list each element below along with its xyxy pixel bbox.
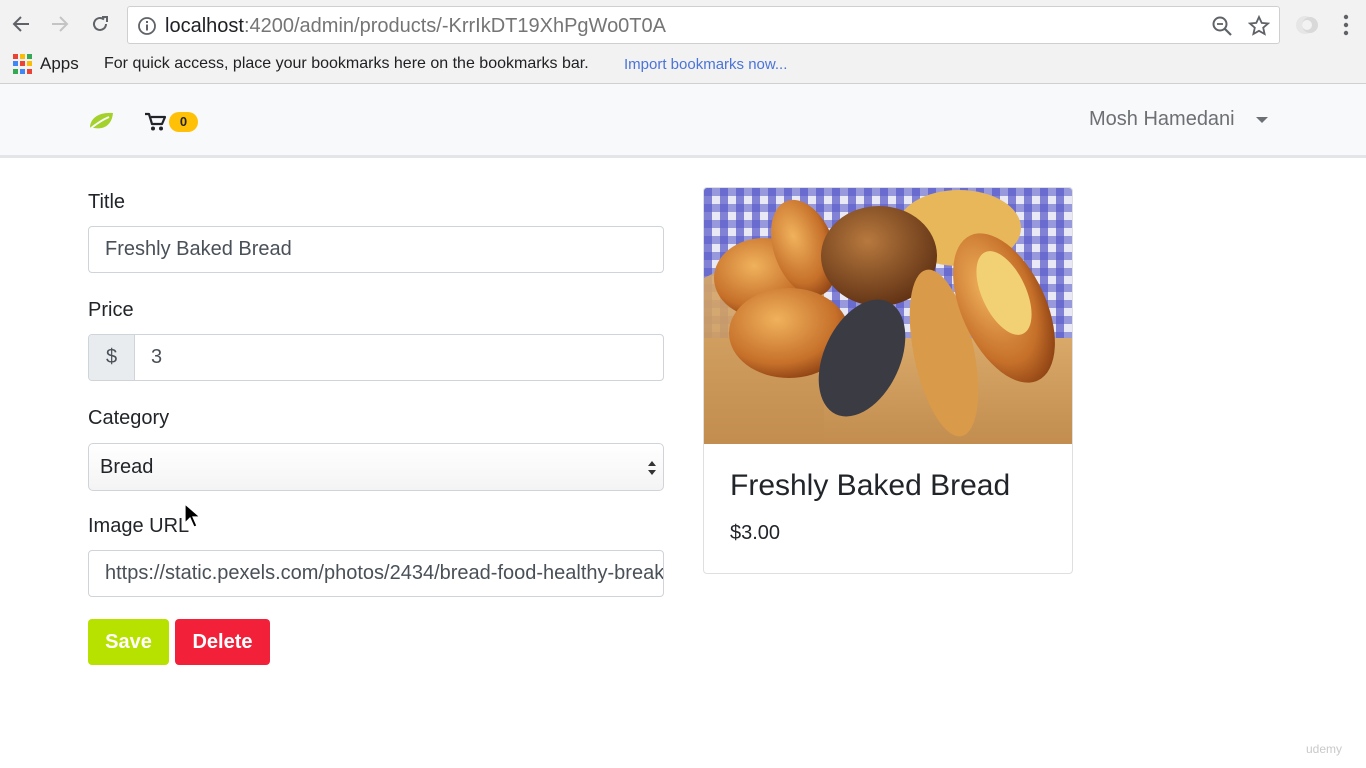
product-image <box>704 188 1072 444</box>
cart-count-badge: 0 <box>169 112 198 132</box>
price-input-group: $ 3 <box>88 334 664 381</box>
reload-icon <box>93 16 108 31</box>
browser-toolbar: localhost:4200/admin/products/-KrrIkDT19… <box>0 0 1366 50</box>
arrow-right-icon <box>52 16 69 32</box>
preview-title: Freshly Baked Bread <box>730 469 1011 502</box>
select-arrows-icon <box>648 461 656 475</box>
save-button[interactable]: Save <box>88 619 169 665</box>
category-select[interactable]: Bread <box>88 443 664 491</box>
category-selected-value: Bread <box>100 456 154 478</box>
category-label: Category <box>88 407 170 429</box>
url-host: localhost <box>165 15 244 37</box>
price-input[interactable]: 3 <box>135 335 663 380</box>
preview-price: $3.00 <box>730 522 781 544</box>
image-url-label: Image URL <box>88 515 190 537</box>
back-button[interactable] <box>8 11 34 37</box>
extension-icon[interactable] <box>1294 13 1320 37</box>
address-bar[interactable]: localhost:4200/admin/products/-KrrIkDT19… <box>127 6 1280 44</box>
price-label: Price <box>88 299 134 321</box>
more-menu-icon[interactable] <box>1336 13 1356 37</box>
image-url-input[interactable]: https://static.pexels.com/photos/2434/br… <box>88 550 664 597</box>
zoom-icon[interactable] <box>1211 15 1233 37</box>
bookmarks-hint: For quick access, place your bookmarks h… <box>104 55 589 72</box>
apps-link[interactable]: Apps <box>40 54 79 74</box>
cart-icon[interactable] <box>144 112 166 132</box>
forward-button[interactable] <box>47 11 73 37</box>
title-input[interactable]: Freshly Baked Bread <box>88 226 664 273</box>
reload-button[interactable] <box>87 11 113 37</box>
title-label: Title <box>88 191 126 213</box>
app-navbar: 0 Mosh Hamedani <box>0 84 1366 158</box>
arrow-left-icon <box>12 16 29 32</box>
caret-down-icon[interactable] <box>1256 117 1268 123</box>
user-menu[interactable]: Mosh Hamedani <box>1089 108 1235 131</box>
udemy-watermark: udemy <box>1306 742 1343 756</box>
delete-button[interactable]: Delete <box>175 619 270 665</box>
product-preview-card: Freshly Baked Bread $3.00 <box>703 187 1073 574</box>
info-icon[interactable] <box>137 16 157 36</box>
apps-icon[interactable] <box>13 54 33 74</box>
star-icon[interactable] <box>1248 15 1270 37</box>
url-text: localhost:4200/admin/products/-KrrIkDT19… <box>165 14 666 38</box>
import-bookmarks-link[interactable]: Import bookmarks now... <box>624 56 787 73</box>
price-currency-addon: $ <box>89 335 135 380</box>
mouse-cursor-icon <box>184 503 200 528</box>
url-path: :4200/admin/products/-KrrIkDT19XhPgWo0T0… <box>243 15 666 37</box>
leaf-logo-icon[interactable] <box>87 110 115 132</box>
bookmarks-bar: Apps For quick access, place your bookma… <box>0 50 1366 84</box>
